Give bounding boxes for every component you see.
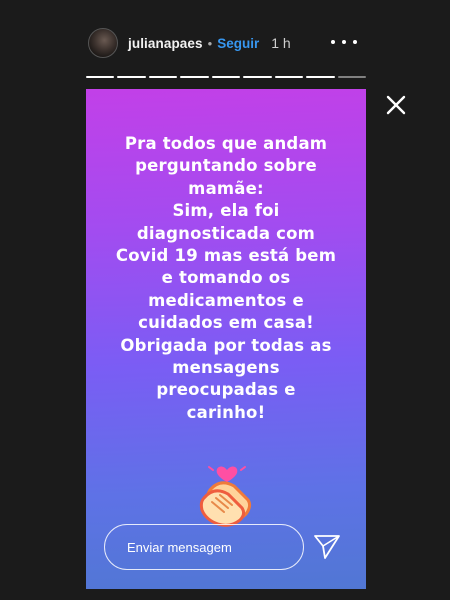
story-header: julianapaes • Seguir 1 h (88, 26, 368, 60)
story-text: Pra todos que andam perguntando sobre ma… (115, 134, 337, 422)
follow-button[interactable]: Seguir (217, 36, 259, 51)
story-content[interactable]: Pra todos que andam perguntando sobre ma… (86, 89, 366, 589)
reply-message-input[interactable]: Enviar mensagem (104, 524, 304, 570)
story-viewer: julianapaes • Seguir 1 h Pra todos que a… (0, 0, 450, 600)
close-icon[interactable] (384, 93, 408, 117)
separator-dot: • (207, 35, 213, 51)
avatar[interactable] (88, 28, 118, 58)
post-time: 1 h (271, 35, 291, 51)
send-icon[interactable] (312, 531, 342, 561)
progress-segment (180, 76, 209, 78)
clapping-hands-heart-sticker (199, 466, 252, 527)
progress-segment (274, 76, 304, 78)
reply-placeholder: Enviar mensagem (127, 539, 232, 555)
progress-segment (243, 76, 272, 78)
progress-segment (148, 76, 178, 78)
progress-segment (306, 76, 335, 78)
progress-segment (117, 76, 146, 78)
username[interactable]: julianapaes (128, 36, 203, 51)
more-options-icon[interactable] (331, 37, 357, 47)
progress-segment (86, 76, 115, 78)
progress-segment-current (337, 76, 366, 78)
story-progress-bar (86, 76, 366, 78)
progress-segment (211, 76, 241, 78)
